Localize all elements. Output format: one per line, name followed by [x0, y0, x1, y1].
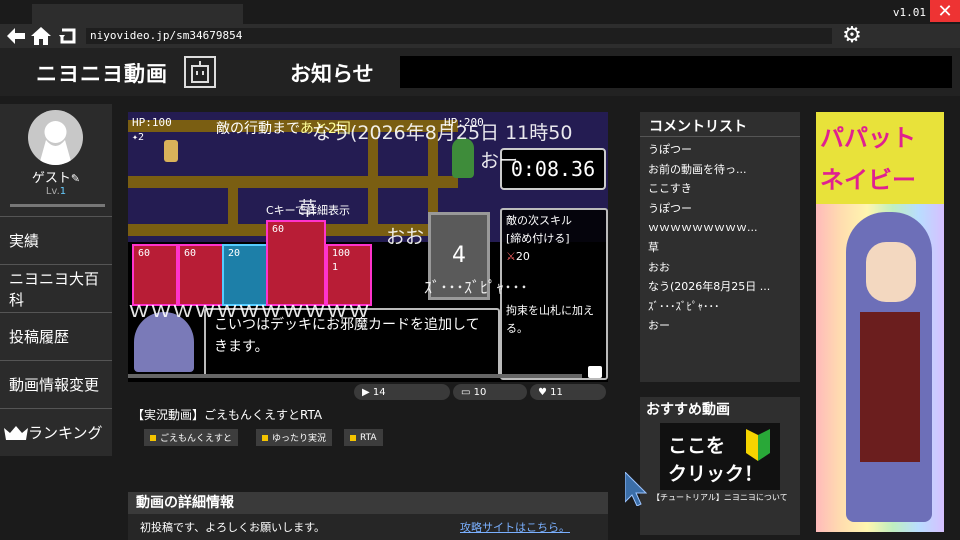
- divider: [640, 136, 800, 137]
- user-silhouette-icon: [39, 121, 72, 165]
- pencil-icon[interactable]: ✎: [71, 172, 80, 185]
- site-title[interactable]: ニヨニヨ動画: [36, 58, 168, 88]
- back-arrow-icon: [7, 28, 25, 44]
- play-count: ▶ 14: [354, 384, 450, 400]
- mouse-cursor-icon: [625, 472, 647, 506]
- dungeon-wall: [128, 176, 458, 188]
- sidebar-item-edit-video-info[interactable]: 動画情報変更: [0, 360, 112, 408]
- user-level-prefix: Lv.: [45, 186, 60, 197]
- recommend-thumbnail[interactable]: ここを クリック！: [660, 423, 780, 490]
- danmaku-comment: おお: [386, 226, 425, 248]
- close-icon: ✕: [937, 0, 953, 22]
- ad-character-face: [866, 242, 916, 302]
- danmaku-comment: 草: [298, 198, 318, 220]
- tag[interactable]: ゆったり実況: [256, 429, 333, 446]
- play-icon: ▶: [362, 386, 373, 398]
- list-item: ｽﾞ･･･ｽﾞﾋﾟｬ･･･: [648, 299, 720, 313]
- reload-icon: [59, 28, 76, 44]
- crown-icon: [4, 425, 28, 440]
- comment-count: ▭ 10: [453, 384, 527, 400]
- danmaku-comment: おー: [480, 150, 519, 172]
- version-label: v1.01: [892, 6, 926, 19]
- browser-tab[interactable]: [32, 4, 243, 24]
- dungeon-pillar: [228, 176, 238, 236]
- video-title: 【実況動画】ごえもんくえすとRTA: [132, 408, 323, 422]
- danmaku-comment: なう(2026年8月25日 11時50: [312, 122, 573, 144]
- home-button[interactable]: [31, 26, 51, 46]
- sidebar-item-ranking[interactable]: ランキング: [0, 408, 112, 456]
- beginner-mark-icon: [746, 429, 770, 461]
- comment-list-header: コメントリスト: [649, 119, 747, 135]
- heart-icon: ♥: [538, 386, 551, 398]
- ad-title-line2: ネイビー: [820, 166, 916, 194]
- list-item: うぽつー: [648, 201, 692, 215]
- player-stat: ✦2: [132, 132, 145, 143]
- user-level-value: 1: [59, 186, 67, 197]
- list-item: おお: [648, 260, 670, 274]
- skill-title: 敵の次スキル: [506, 214, 572, 227]
- user-name: ゲスト✎: [31, 171, 81, 186]
- reload-button[interactable]: [58, 26, 78, 46]
- player-hp: HP:100: [132, 116, 172, 129]
- recommend-header: おすすめ動画: [646, 402, 730, 418]
- dungeon-pillar: [368, 132, 378, 236]
- comment-toggle-icon[interactable]: [588, 366, 602, 378]
- list-item: ここすき: [648, 182, 692, 196]
- video-player[interactable]: HP:100 ✦2 HP:200 敵の行動まであと2回 0:08.36 Cキーで…: [128, 112, 608, 382]
- settings-button[interactable]: ⚙: [840, 25, 864, 47]
- news-label: お知らせ: [290, 62, 374, 86]
- gear-icon: ⚙: [842, 23, 862, 48]
- home-icon: [31, 27, 51, 45]
- tag[interactable]: ごえもんくえすと: [144, 429, 239, 446]
- list-item: ｗｗｗｗｗｗｗｗｗ...: [648, 221, 758, 235]
- skill-value: ⚔20: [506, 250, 530, 263]
- danmaku-comment: ｽﾞ･･･ｽﾞﾋﾟｬ･･･: [424, 278, 529, 297]
- tag[interactable]: RTA: [344, 429, 383, 446]
- skill-name: [締め付ける]: [506, 232, 570, 245]
- sidebar-item-encyclopedia[interactable]: ニヨニヨ大百科: [0, 264, 112, 312]
- ad-title-line1: パパット: [820, 124, 916, 152]
- tv-mascot-icon: [191, 61, 209, 83]
- sidebar-item-post-history[interactable]: 投稿履歴: [0, 312, 112, 360]
- player-sprite: [164, 140, 178, 162]
- like-button[interactable]: ♥ 11: [530, 384, 606, 400]
- detail-text: 初投稿です、よろしくお願いします。: [140, 521, 326, 534]
- avatar[interactable]: [28, 110, 83, 165]
- list-item: うぽつー: [648, 143, 692, 156]
- comment-icon: ▭: [461, 386, 474, 398]
- close-button[interactable]: ✕: [930, 0, 960, 22]
- site-logo[interactable]: [184, 56, 216, 88]
- list-item: なう(2026年8月25日 ...: [648, 280, 771, 294]
- level-bar: [10, 204, 105, 207]
- list-item: お前の動画を待っ...: [648, 162, 747, 176]
- comment-list[interactable]: うぽつー お前の動画を待っ... ここすき うぽつー ｗｗｗｗｗｗｗｗｗ... …: [648, 140, 798, 336]
- danmaku-comment: ｗｗｗｗｗｗｗｗｗｗｗ: [128, 298, 371, 323]
- ad-character-coat: [860, 312, 920, 462]
- url-bar[interactable]: niyovideo.jp/sm34679854: [86, 28, 832, 44]
- recommend-caption[interactable]: 【チュートリアル】ニヨニヨについて: [652, 492, 788, 503]
- user-level: Lv.1: [0, 186, 112, 197]
- list-item: 草: [648, 240, 659, 254]
- list-item: おー: [648, 319, 670, 333]
- guide-link[interactable]: 攻略サイトはこちら。: [460, 519, 570, 535]
- sidebar-item-achievements[interactable]: 実績: [0, 216, 112, 264]
- news-ticker: [400, 56, 952, 88]
- ad-banner[interactable]: パパット ネイビー: [816, 112, 944, 532]
- detail-header: 動画の詳細情報: [128, 492, 608, 514]
- back-button[interactable]: [6, 26, 26, 46]
- skill-desc: 拘束を山札に加える。: [506, 304, 594, 335]
- seek-bar[interactable]: [128, 374, 582, 378]
